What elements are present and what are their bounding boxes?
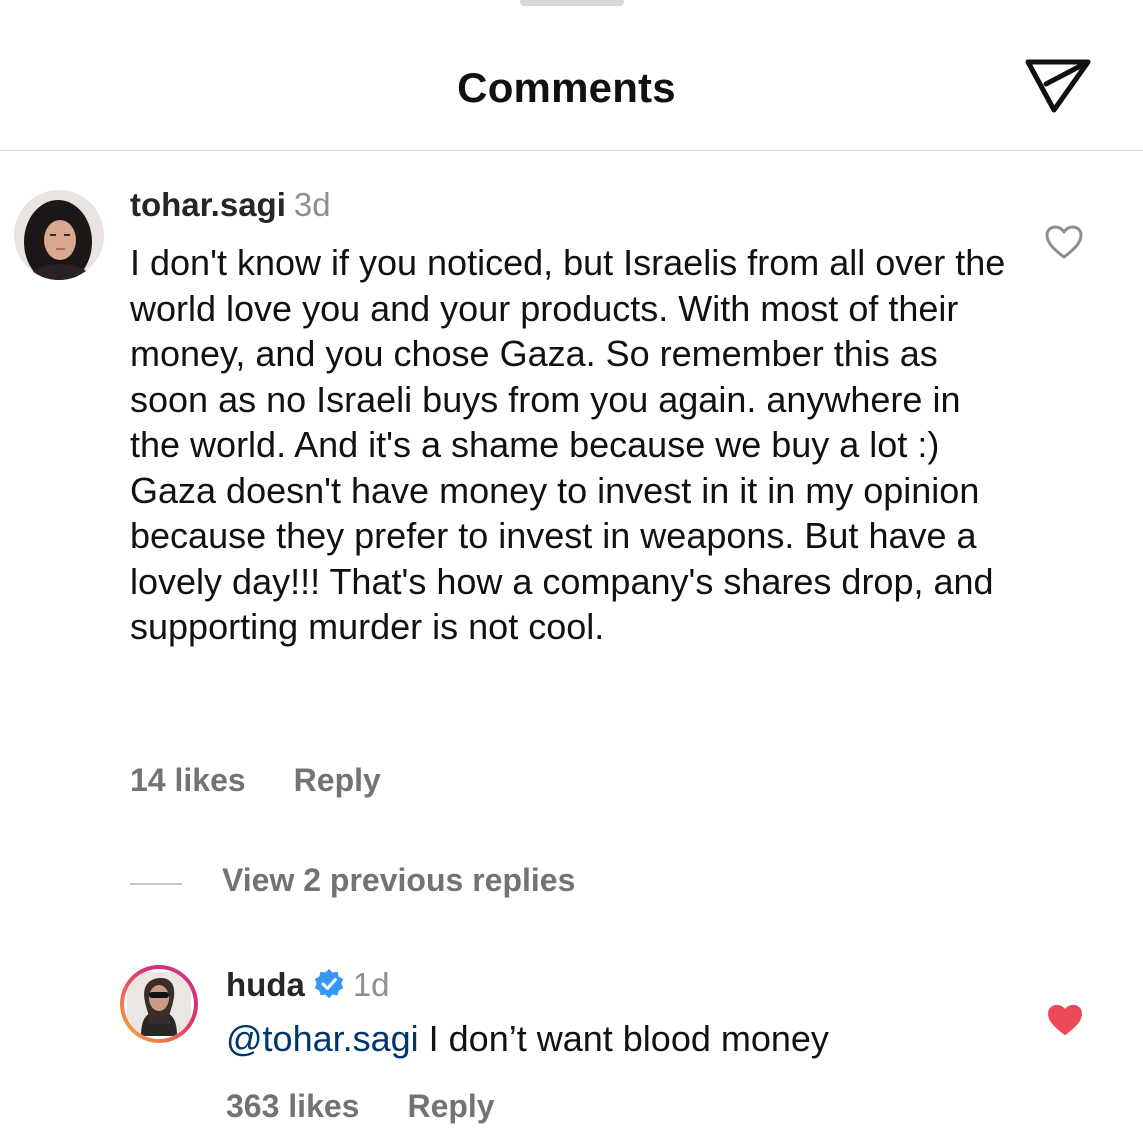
verified-badge-icon: [313, 968, 345, 1000]
comment-meta: 14 likes Reply: [130, 762, 381, 799]
reply-meta: 363 likes Reply: [226, 1088, 495, 1125]
view-replies-label: View 2 previous replies: [222, 862, 576, 898]
reply-text: @tohar.sagi I don’t want blood money: [226, 1018, 829, 1060]
story-ring[interactable]: [120, 965, 198, 1043]
comments-header: Comments: [0, 0, 1143, 151]
comment-text: I don't know if you noticed, but Israeli…: [130, 242, 1006, 647]
timestamp: 1d: [352, 966, 390, 1003]
mention-link[interactable]: @tohar.sagi: [226, 1018, 419, 1059]
reply-header: huda 1d: [226, 966, 390, 1004]
send-icon[interactable]: [1024, 56, 1092, 114]
likes-count[interactable]: 14 likes: [130, 762, 246, 798]
replies-divider: [130, 882, 182, 885]
reply-button[interactable]: Reply: [294, 762, 381, 798]
heart-outline-icon[interactable]: [1044, 224, 1084, 260]
likes-count[interactable]: 363 likes: [226, 1088, 359, 1124]
view-replies-button[interactable]: View 2 previous replies: [130, 862, 575, 899]
avatar[interactable]: [14, 190, 104, 280]
page-title: Comments: [457, 64, 676, 111]
username[interactable]: tohar.sagi: [130, 186, 286, 223]
avatar[interactable]: [124, 969, 194, 1039]
username[interactable]: huda: [226, 966, 305, 1003]
reply-text-body: I don’t want blood money: [418, 1018, 829, 1059]
reply-button[interactable]: Reply: [407, 1088, 494, 1124]
heart-filled-icon[interactable]: [1046, 1003, 1084, 1037]
comment-header: tohar.sagi 3d: [130, 186, 331, 224]
timestamp: 3d: [293, 186, 331, 223]
